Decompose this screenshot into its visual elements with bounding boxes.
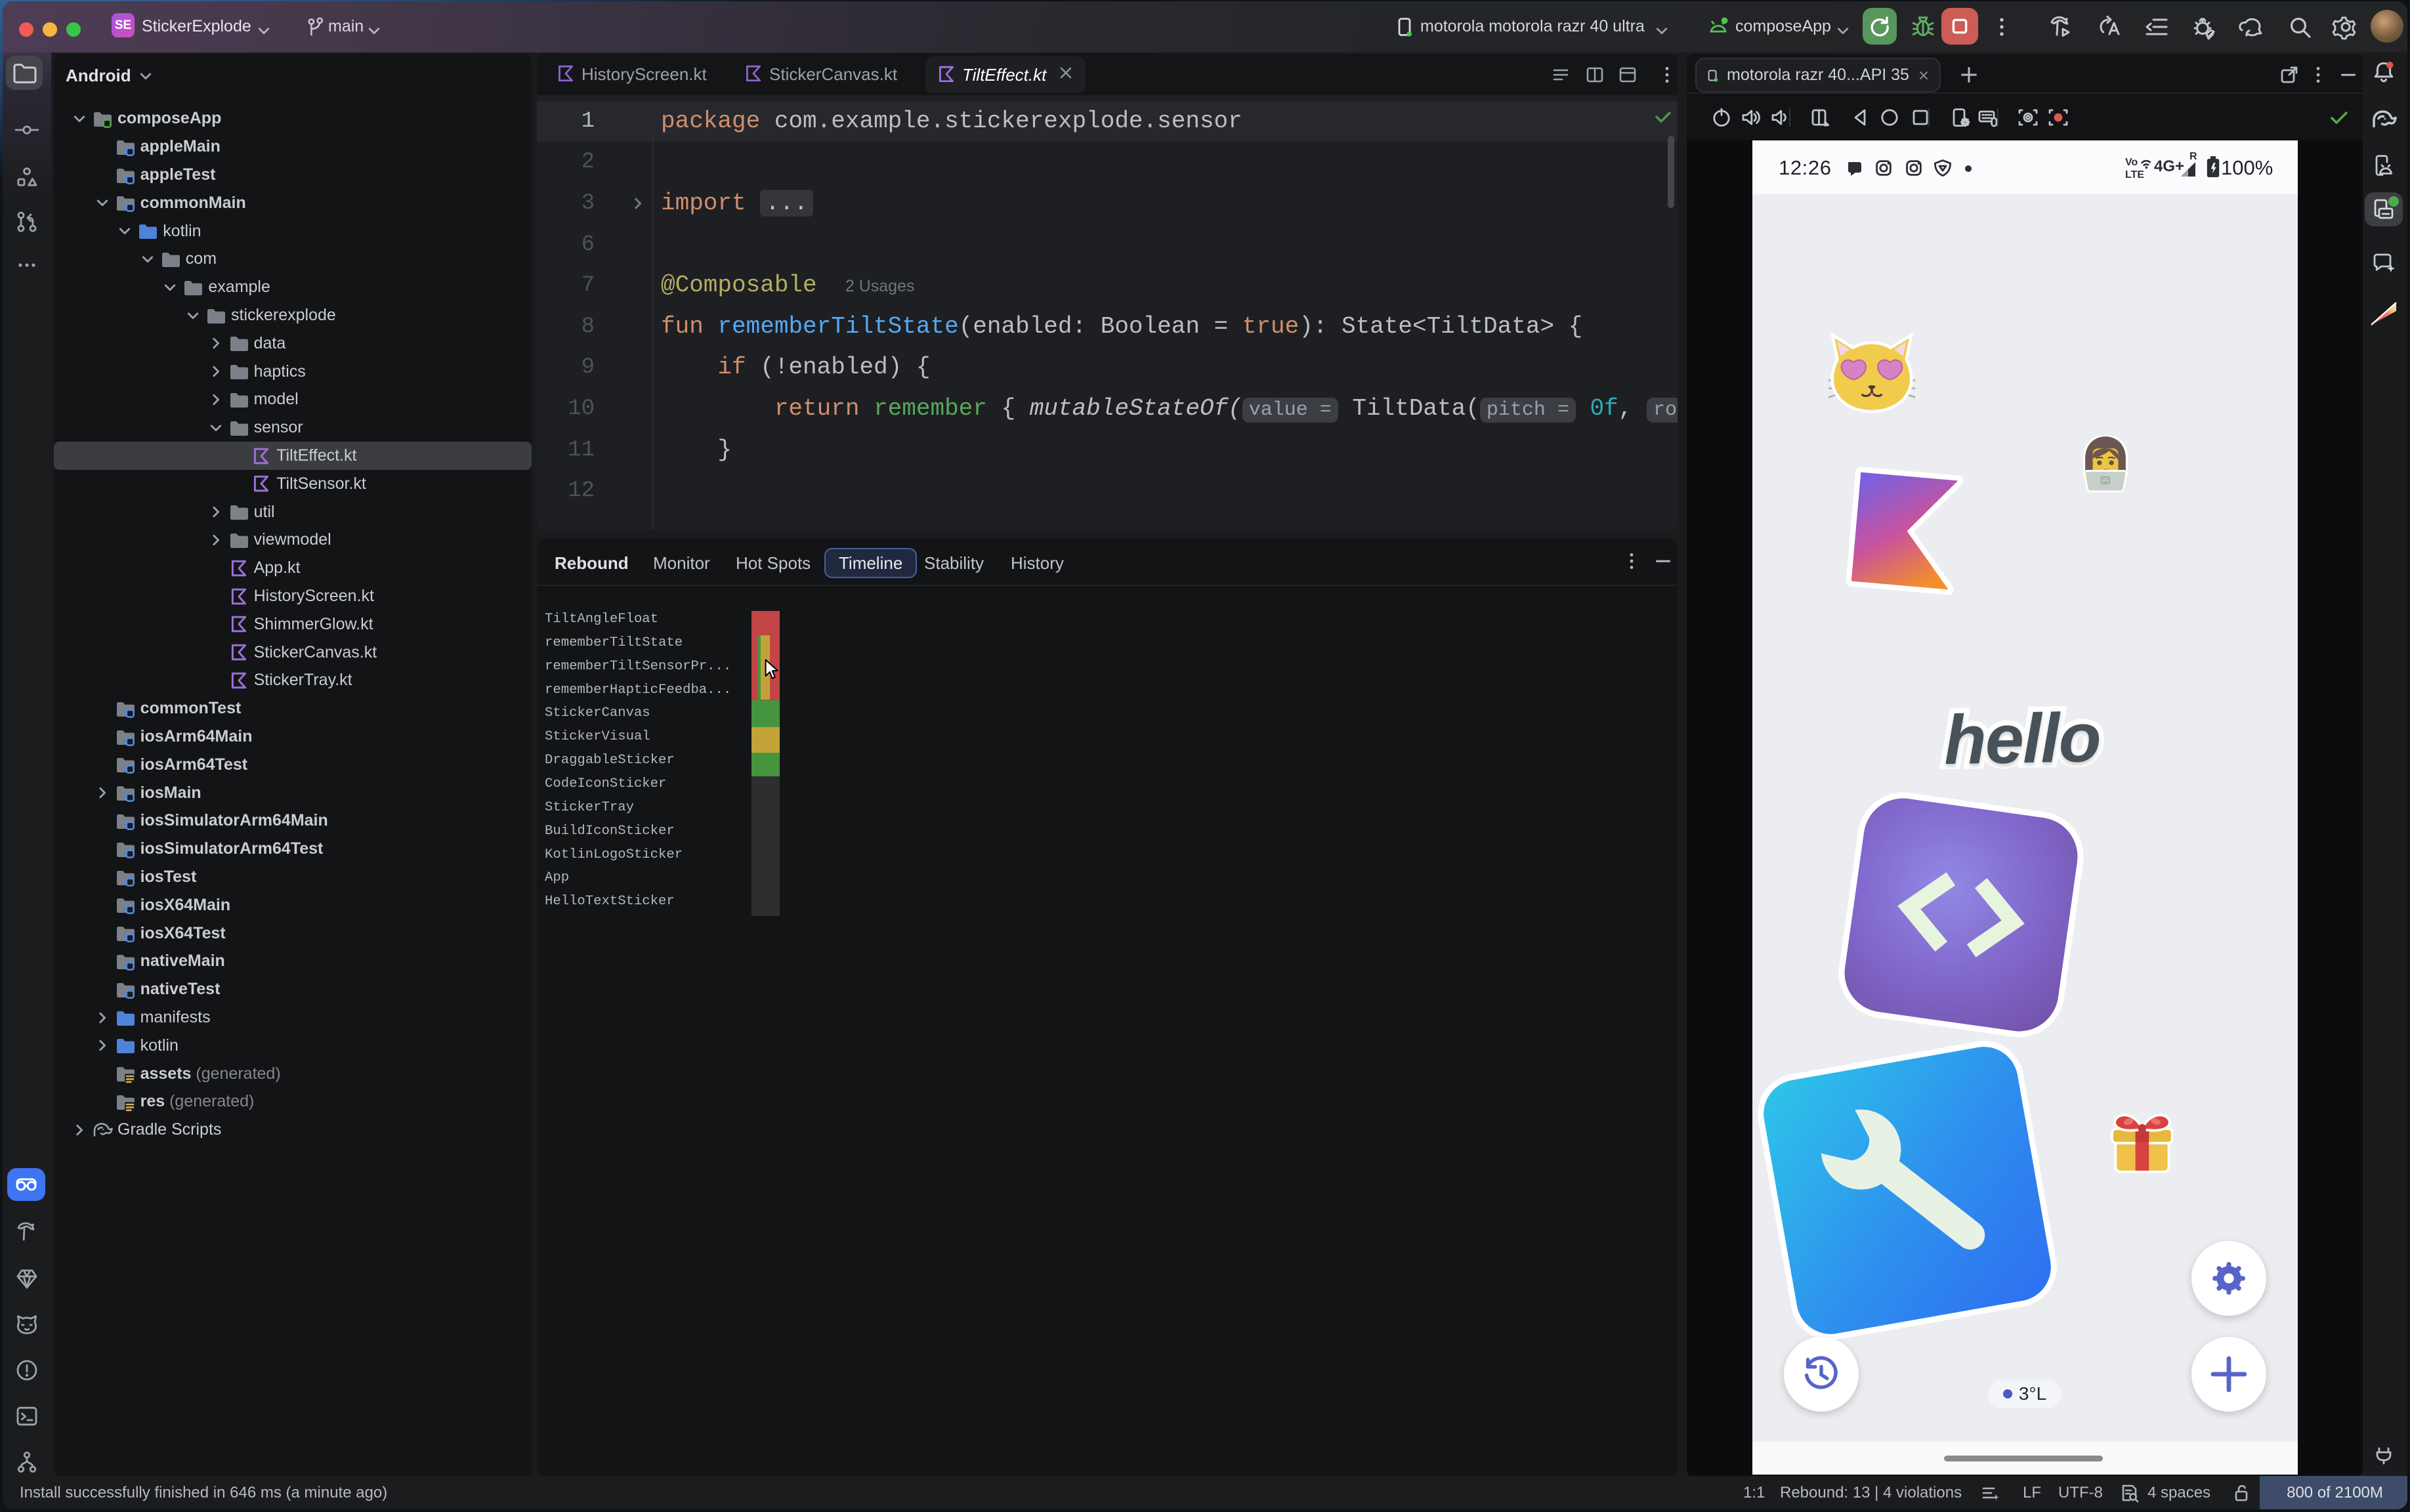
svg-text:Vo: Vo xyxy=(2125,157,2138,168)
svg-text:LTE: LTE xyxy=(2125,169,2144,180)
